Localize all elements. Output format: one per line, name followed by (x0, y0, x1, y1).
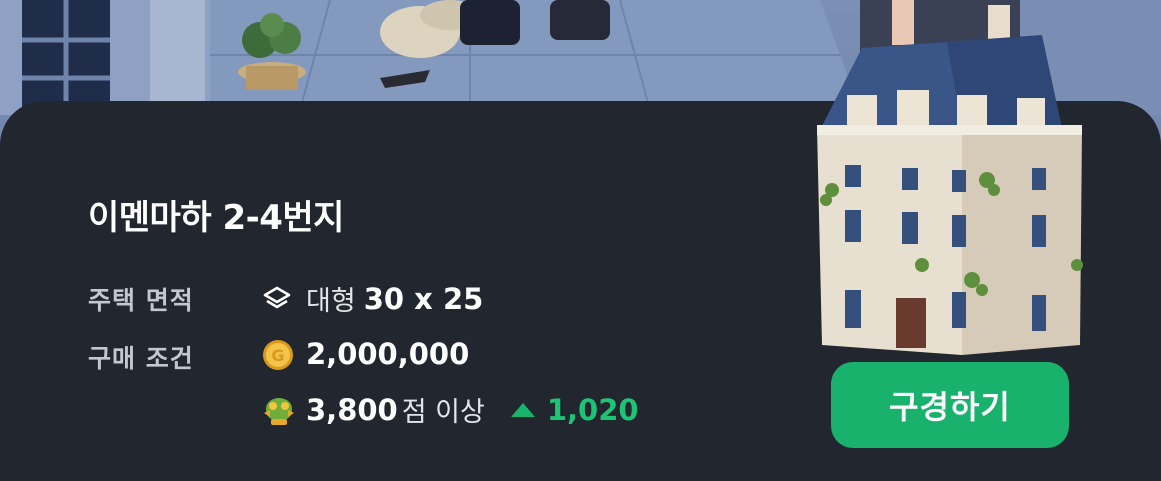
area-label: 주택 면적 (88, 286, 194, 315)
gold-requirement: G 2,000,000 (262, 337, 469, 371)
score-suffix: 점 이상 (401, 397, 485, 428)
up-arrow-icon (510, 402, 535, 417)
score-amount: 3,800 (306, 392, 398, 427)
svg-text:G: G (271, 346, 284, 365)
score-gap: 1,020 (546, 392, 639, 427)
purchase-label: 구매 조건 (88, 344, 194, 373)
area-dimensions: 30 x 25 (363, 281, 484, 316)
frog-trophy-icon (262, 395, 294, 425)
area-size-word: 대형 (306, 286, 356, 317)
house-address-title: 이멘마하 2-4번지 (88, 198, 344, 238)
area-value: 대형 30 x 25 (262, 279, 483, 318)
view-house-button[interactable]: 구경하기 (831, 362, 1069, 448)
score-requirement: 3,800 점 이상 1,020 (262, 390, 639, 429)
layers-icon (262, 284, 292, 314)
gold-amount: 2,000,000 (306, 337, 470, 371)
mansion-image (812, 0, 1092, 364)
gold-coin-icon: G (262, 339, 293, 370)
